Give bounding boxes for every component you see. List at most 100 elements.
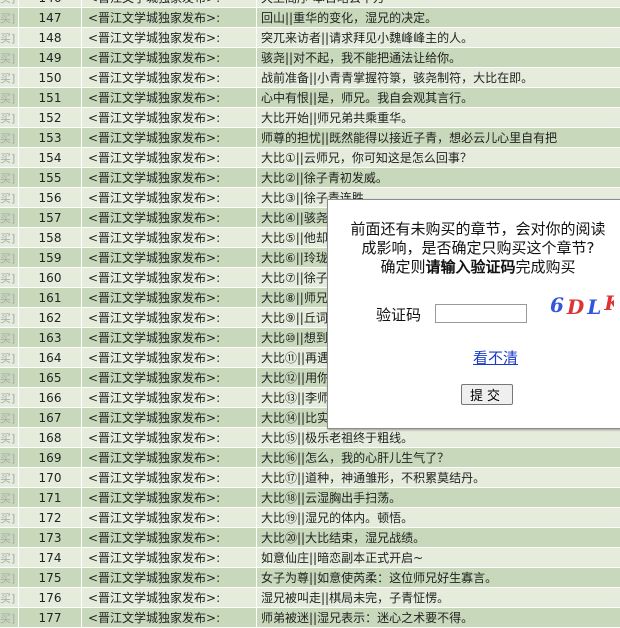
publisher-label: <晋江文学城独家发布>: xyxy=(81,487,257,508)
buy-link[interactable]: 买] xyxy=(0,207,19,228)
chapter-number: 162 xyxy=(18,307,82,328)
chapter-number: 175 xyxy=(18,567,82,588)
publisher-label: <晋江文学城独家发布>: xyxy=(81,347,257,368)
buy-link[interactable]: 买] xyxy=(0,87,19,108)
buy-link[interactable]: 买] xyxy=(0,547,19,568)
buy-link[interactable]: 买] xyxy=(0,487,19,508)
publisher-label: <晋江文学城独家发布>: xyxy=(81,187,257,208)
buy-link[interactable]: 买] xyxy=(0,607,19,628)
dialog-message-line-1: 前面还有未购买的章节，会对你的阅读 xyxy=(350,220,606,238)
chapter-row: 买] 152 <晋江文学城独家发布>: 大比开始||师兄弟共乘重华。 xyxy=(0,107,620,128)
chapter-title-link[interactable]: 师弟被迷||湿兄表示：迷心之术要不得。 xyxy=(256,607,620,628)
dialog-message-line-2: 成影响，是否确定只购买这个章节? xyxy=(361,239,595,257)
chapter-title-link[interactable]: 大比②||徐子青初发威。 xyxy=(256,167,620,188)
chapter-row: 买] 150 <晋江文学城独家发布>: 战前准备||小青青掌握符箓，骇尧制符，大比在即… xyxy=(0,67,620,88)
buy-link[interactable]: 买] xyxy=(0,7,19,28)
chapter-row: 买] 148 <晋江文学城独家发布>: 突兀来访者||请求拜见小魏峰峰主的人。 xyxy=(0,27,620,48)
chapter-title-link[interactable]: 大比⑲||湿兄的体内。顿悟。 xyxy=(256,507,620,528)
chapter-title-link[interactable]: 大比⑮||极乐老祖终于粗线。 xyxy=(256,427,620,448)
publisher-label: <晋江文学城独家发布>: xyxy=(81,47,257,68)
buy-link[interactable]: 买] xyxy=(0,167,19,188)
buy-link[interactable]: 买] xyxy=(0,527,19,548)
publisher-label: <晋江文学城独家发布>: xyxy=(81,367,257,388)
chapter-number: 156 xyxy=(18,187,82,208)
chapter-row: 买] 153 <晋江文学城独家发布>: 师尊的担忧||既然能得以接近子青，想必云儿心里… xyxy=(0,127,620,148)
chapter-title-link[interactable]: 回山||重华的变化，湿兄的决定。 xyxy=(256,7,620,28)
chapter-row: 买] 173 <晋江文学城独家发布>: 大比⑳||大比结束，湿兄战绩。 xyxy=(0,527,620,548)
chapter-number: 165 xyxy=(18,367,82,388)
buy-link[interactable]: 买] xyxy=(0,367,19,388)
chapter-number: 164 xyxy=(18,347,82,368)
chapter-title-link[interactable]: 大比⑰||道种，神通雏形，不积累莫结丹。 xyxy=(256,467,620,488)
chapter-title-link[interactable]: 师尊的担忧||既然能得以接近子青，想必云儿心里自有把 xyxy=(256,127,620,148)
buy-link[interactable]: 买] xyxy=(0,107,19,128)
buy-link[interactable]: 买] xyxy=(0,587,19,608)
submit-button[interactable]: 提交 xyxy=(461,384,513,405)
buy-link[interactable]: 买] xyxy=(0,287,19,308)
buy-link[interactable]: 买] xyxy=(0,67,19,88)
buy-link[interactable]: 买] xyxy=(0,427,19,448)
chapter-title-link[interactable]: 突兀来访者||请求拜见小魏峰峰主的人。 xyxy=(256,27,620,48)
purchase-confirm-dialog: 前面还有未购买的章节，会对你的阅读 成影响，是否确定只购买这个章节? 确定则请输… xyxy=(327,199,620,429)
buy-link[interactable]: 买] xyxy=(0,567,19,588)
buy-link[interactable]: 买] xyxy=(0,127,19,148)
chapter-number: 151 xyxy=(18,87,82,108)
chapter-title-link[interactable]: 大比⑯||怎么，我的心肝儿生气了？ xyxy=(256,447,620,468)
chapter-number: 172 xyxy=(18,507,82,528)
buy-link[interactable]: 买] xyxy=(0,507,19,528)
buy-link[interactable]: 买] xyxy=(0,147,19,168)
buy-link[interactable]: 买] xyxy=(0,307,19,328)
chapter-title-link[interactable]: 天上阁序 本日略丢十方 xyxy=(256,0,620,8)
buy-link[interactable]: 买] xyxy=(0,47,19,68)
dialog-message: 前面还有未购买的章节，会对你的阅读 成影响，是否确定只购买这个章节? 确定则请输… xyxy=(328,220,620,277)
chapter-row: 买] 175 <晋江文学城独家发布>: 女子为尊||如意使芮柔：这位师兄好生寡言。 xyxy=(0,567,620,588)
chapter-title-link[interactable]: 战前准备||小青青掌握符箓，骇尧制符，大比在即。 xyxy=(256,67,620,88)
chapter-title-link[interactable]: 大比⑱||云湿胸出手扫荡。 xyxy=(256,487,620,508)
chapter-row: 买] 154 <晋江文学城独家发布>: 大比①||云师兄，你可知这是怎么回事？ xyxy=(0,147,620,168)
buy-link[interactable]: 买] xyxy=(0,347,19,368)
buy-link[interactable]: 买] xyxy=(0,227,19,248)
chapter-row: 买] 176 <晋江文学城独家发布>: 湿兄被叫走||棋局未完，子青怔愣。 xyxy=(0,587,620,608)
chapter-title-link[interactable]: 如意仙庄||暗恋副本正式开启~ xyxy=(256,547,620,568)
chapter-number: 147 xyxy=(18,7,82,28)
buy-link[interactable]: 买] xyxy=(0,247,19,268)
buy-link[interactable]: 买] xyxy=(0,187,19,208)
publisher-label: <晋江文学城独家发布>: xyxy=(81,267,257,288)
chapter-row: 买] 174 <晋江文学城独家发布>: 如意仙庄||暗恋副本正式开启~ xyxy=(0,547,620,568)
chapter-title-link[interactable]: 大比开始||师兄弟共乘重华。 xyxy=(256,107,620,128)
publisher-label: <晋江文学城独家发布>: xyxy=(81,127,257,148)
chapter-title-link[interactable]: 女子为尊||如意使芮柔：这位师兄好生寡言。 xyxy=(256,567,620,588)
chapter-title-link[interactable]: 心中有恨||是，师兄。我自会观其言行。 xyxy=(256,87,620,108)
chapter-number: 155 xyxy=(18,167,82,188)
buy-link[interactable]: 买] xyxy=(0,267,19,288)
buy-link[interactable]: 买] xyxy=(0,27,19,48)
publisher-label: <晋江文学城独家发布>: xyxy=(81,7,257,28)
buy-link[interactable]: 买] xyxy=(0,387,19,408)
publisher-label: <晋江文学城独家发布>: xyxy=(81,407,257,428)
publisher-label: <晋江文学城独家发布>: xyxy=(81,307,257,328)
chapter-title-link[interactable]: 湿兄被叫走||棋局未完，子青怔愣。 xyxy=(256,587,620,608)
publisher-label: <晋江文学城独家发布>: xyxy=(81,87,257,108)
chapter-row: 买] 177 <晋江文学城独家发布>: 师弟被迷||湿兄表示：迷心之术要不得。 xyxy=(0,607,620,628)
dialog-message-line-3: 确定则请输入验证码完成购买 xyxy=(328,258,620,277)
chapter-number: 171 xyxy=(18,487,82,508)
captcha-input[interactable] xyxy=(435,304,527,323)
chapter-number: 166 xyxy=(18,387,82,408)
buy-link[interactable]: 买] xyxy=(0,467,19,488)
chapter-title-link[interactable]: 大比⑳||大比结束，湿兄战绩。 xyxy=(256,527,620,548)
buy-link[interactable]: 买] xyxy=(0,327,19,348)
buy-link[interactable]: 买] xyxy=(0,407,19,428)
buy-link[interactable]: 买] xyxy=(0,447,19,468)
chapter-number: 168 xyxy=(18,427,82,448)
chapter-number: 158 xyxy=(18,227,82,248)
chapter-number: 170 xyxy=(18,467,82,488)
refresh-captcha-link[interactable]: 看不清 xyxy=(473,347,518,368)
buy-link[interactable]: 买] xyxy=(0,0,19,8)
captcha-image[interactable]: 6DLK xyxy=(548,290,614,320)
publisher-label: <晋江文学城独家发布>: xyxy=(81,207,257,228)
publisher-label: <晋江文学城独家发布>: xyxy=(81,227,257,248)
chapter-row: 买] 171 <晋江文学城独家发布>: 大比⑱||云湿胸出手扫荡。 xyxy=(0,487,620,508)
chapter-title-link[interactable]: 骇尧||对不起，我不能把通法让给你。 xyxy=(256,47,620,68)
chapter-title-link[interactable]: 大比①||云师兄，你可知这是怎么回事？ xyxy=(256,147,620,168)
chapter-row: 买] 149 <晋江文学城独家发布>: 骇尧||对不起，我不能把通法让给你。 xyxy=(0,47,620,68)
